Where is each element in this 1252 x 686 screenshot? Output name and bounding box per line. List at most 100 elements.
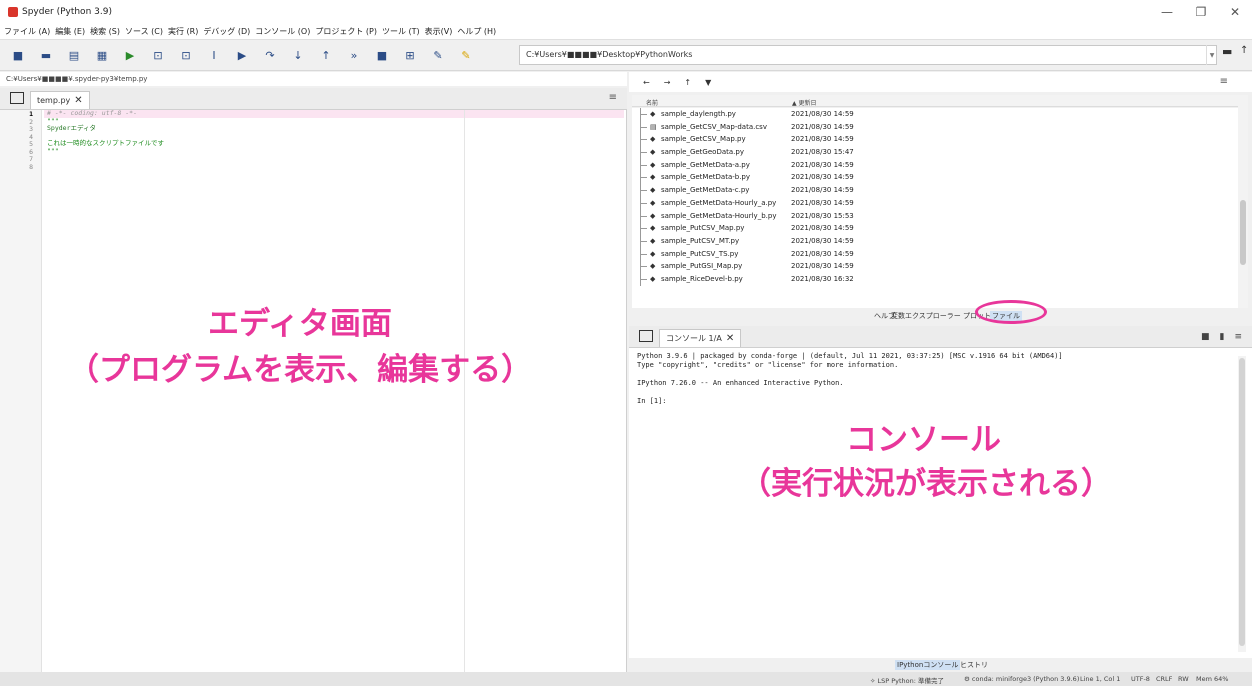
python-file-icon: ◆ bbox=[650, 236, 656, 245]
file-row[interactable]: ◆ sample_GetMetData-b.py 2021/08/30 14:59 bbox=[632, 171, 1238, 185]
preferences-icon[interactable]: ✎ bbox=[424, 45, 452, 67]
tab-history[interactable]: ヒストリ bbox=[960, 660, 988, 670]
ipython-console[interactable]: Python 3.9.6 | packaged by conda-forge |… bbox=[629, 348, 1252, 658]
python-file-icon: ◆ bbox=[650, 249, 656, 258]
close-button[interactable]: ✕ bbox=[1218, 0, 1252, 24]
close-tab-icon[interactable]: ✕ bbox=[74, 95, 82, 106]
column-date-modified[interactable]: ▲ 更新日 bbox=[792, 98, 817, 107]
menu-search[interactable]: 検索 (S) bbox=[90, 26, 120, 37]
file-row[interactable]: ◆ sample_PutCSV_MT.py 2021/08/30 14:59 bbox=[632, 234, 1238, 248]
python-file-icon: ◆ bbox=[650, 198, 656, 207]
stop-icon[interactable]: ■ bbox=[368, 45, 396, 67]
file-row[interactable]: ◆ sample_GetGeoData.py 2021/08/30 15:47 bbox=[632, 146, 1238, 159]
file-explorer-options-menu-icon[interactable]: ≡ bbox=[1220, 76, 1228, 87]
run-selection-icon[interactable]: I bbox=[200, 45, 228, 67]
file-row[interactable]: ◆ sample_GetMetData-c.py 2021/08/30 14:59 bbox=[632, 184, 1238, 197]
tree-branch bbox=[640, 158, 648, 172]
menu-edit[interactable]: 編集 (E) bbox=[55, 26, 85, 37]
console-options-menu-icon[interactable]: ≡ bbox=[1234, 332, 1242, 342]
continue-icon[interactable]: » bbox=[340, 45, 368, 67]
open-file-icon[interactable]: ▬ bbox=[32, 45, 60, 67]
console-annotation-desc: （実行状況が表示される） bbox=[740, 466, 1112, 502]
parent-directory-icon[interactable]: ↑ bbox=[1240, 45, 1248, 56]
menu-debug[interactable]: デバッグ (D) bbox=[203, 26, 250, 37]
tab-console-1a[interactable]: コンソール 1/A ✕ bbox=[659, 329, 742, 347]
tab-ipython-console[interactable]: IPythonコンソール bbox=[895, 660, 961, 670]
code-line[interactable] bbox=[44, 163, 624, 171]
console-tools: ■ ▮ ≡ bbox=[1201, 332, 1242, 342]
code-line[interactable]: これは一時的なスクリプトファイルです bbox=[44, 139, 624, 148]
tab-temp-py[interactable]: temp.py ✕ bbox=[30, 91, 90, 109]
new-tab-icon[interactable] bbox=[10, 92, 24, 104]
new-console-icon[interactable] bbox=[639, 330, 653, 342]
scrollbar-thumb[interactable] bbox=[1239, 358, 1245, 646]
code-line[interactable] bbox=[44, 155, 624, 163]
scrollbar-thumb[interactable] bbox=[1240, 200, 1246, 265]
remove-variables-icon[interactable]: ▮ bbox=[1220, 332, 1225, 342]
editor-tab-bar: temp.py ✕ ≡ bbox=[0, 88, 627, 110]
menu-help[interactable]: ヘルプ (H) bbox=[457, 26, 496, 37]
file-row[interactable]: ▤ sample_GetCSV_Map-data.csv 2021/08/30 14… bbox=[632, 120, 1238, 134]
line-number: 2 bbox=[29, 117, 33, 126]
spyder-logo-icon bbox=[8, 7, 18, 17]
debug-icon[interactable]: ▶ bbox=[228, 45, 256, 67]
console-scrollbar[interactable] bbox=[1238, 356, 1246, 652]
code-line[interactable]: """ bbox=[44, 117, 624, 126]
chevron-down-icon[interactable]: ▼ bbox=[1206, 45, 1217, 65]
file-row[interactable]: ◆ sample_GetMetData-a.py 2021/08/30 14:59 bbox=[632, 158, 1238, 172]
menu-file[interactable]: ファイル (A) bbox=[4, 26, 50, 37]
column-name[interactable]: 名前 bbox=[646, 98, 658, 107]
menu-console[interactable]: コンソール (O) bbox=[255, 26, 310, 37]
file-row[interactable]: ◆ sample_RiceDevel-b.py 2021/08/30 16:32 bbox=[632, 272, 1238, 286]
file-row[interactable]: ◆ sample_PutCSV_Map.py 2021/08/30 14:59 bbox=[632, 222, 1238, 235]
file-row[interactable]: ◆ sample_GetMetData-Hourly_a.py 2021/08/30… bbox=[632, 196, 1238, 210]
memory-usage: Mem 64% bbox=[1196, 675, 1229, 683]
menu-source[interactable]: ソース (C) bbox=[125, 26, 163, 37]
code-line[interactable]: """ bbox=[44, 147, 624, 156]
file-row[interactable]: ◆ sample_daylength.py 2021/08/30 14:59 bbox=[632, 108, 1238, 121]
maximize-pane-icon[interactable]: ⊞ bbox=[396, 45, 424, 67]
new-file-icon[interactable]: ■ bbox=[4, 45, 32, 67]
run-icon[interactable]: ▶ bbox=[116, 45, 144, 67]
tree-branch bbox=[640, 222, 648, 235]
python-file-icon: ◆ bbox=[650, 186, 656, 195]
csv-file-icon: ▤ bbox=[650, 122, 657, 131]
code-lines[interactable]: # -*- coding: utf-8 -*- """ Spyderエディタ こ… bbox=[44, 109, 624, 171]
save-all-icon[interactable]: ▦ bbox=[88, 45, 116, 67]
console-prompt[interactable]: In [1]: bbox=[629, 397, 1252, 406]
minimize-button[interactable]: — bbox=[1150, 0, 1184, 24]
filter-icon[interactable]: ▼ bbox=[705, 78, 711, 87]
step-icon[interactable]: ↷ bbox=[256, 45, 284, 67]
code-line[interactable]: Spyderエディタ bbox=[44, 124, 624, 133]
file-encoding: UTF-8 bbox=[1131, 675, 1150, 683]
menu-view[interactable]: 表示(V) bbox=[425, 26, 453, 37]
file-row[interactable]: ◆ sample_GetCSV_Map.py 2021/08/30 14:59 bbox=[632, 133, 1238, 147]
run-cell-icon[interactable]: ⊡ bbox=[144, 45, 172, 67]
read-write-status: RW bbox=[1178, 675, 1189, 683]
editor-options-menu-icon[interactable]: ≡ bbox=[609, 92, 617, 103]
file-date: 2021/08/30 14:59 bbox=[791, 186, 854, 195]
step-into-icon[interactable]: ↓ bbox=[284, 45, 312, 67]
stop-kernel-icon[interactable]: ■ bbox=[1201, 332, 1210, 342]
browse-folder-icon[interactable]: ▬ bbox=[1222, 45, 1232, 58]
tab-variable-explorer[interactable]: 変数エクスプローラー bbox=[891, 311, 961, 321]
run-cell-advance-icon[interactable]: ⊡ bbox=[172, 45, 200, 67]
file-row[interactable]: ◆ sample_GetMetData-Hourly_b.py 2021/08/30… bbox=[632, 209, 1238, 223]
file-list-scrollbar[interactable] bbox=[1238, 95, 1248, 308]
menu-tools[interactable]: ツール (T) bbox=[382, 26, 420, 37]
menu-project[interactable]: プロジェクト (P) bbox=[315, 26, 377, 37]
back-icon[interactable]: ← bbox=[643, 78, 650, 87]
close-console-tab-icon[interactable]: ✕ bbox=[726, 333, 734, 344]
code-line[interactable]: # -*- coding: utf-8 -*- bbox=[44, 109, 624, 118]
python-path-icon[interactable]: ✎ bbox=[452, 45, 480, 67]
file-row[interactable]: ◆ sample_PutGSI_Map.py 2021/08/30 14:59 bbox=[632, 260, 1238, 273]
code-editor[interactable]: 1 2 3 4 5 6 7 8 # -*- coding: utf-8 -*- … bbox=[0, 109, 627, 672]
maximize-button[interactable]: ❐ bbox=[1184, 0, 1218, 24]
forward-icon[interactable]: → bbox=[664, 78, 671, 87]
step-return-icon[interactable]: ↑ bbox=[312, 45, 340, 67]
file-row[interactable]: ◆ sample_PutCSV_TS.py 2021/08/30 14:59 bbox=[632, 247, 1238, 261]
up-icon[interactable]: ↑ bbox=[684, 78, 691, 87]
working-directory-field[interactable]: C:¥Users¥■■■■¥Desktop¥PythonWorks bbox=[519, 45, 1217, 65]
save-icon[interactable]: ▤ bbox=[60, 45, 88, 67]
menu-run[interactable]: 実行 (R) bbox=[168, 26, 198, 37]
